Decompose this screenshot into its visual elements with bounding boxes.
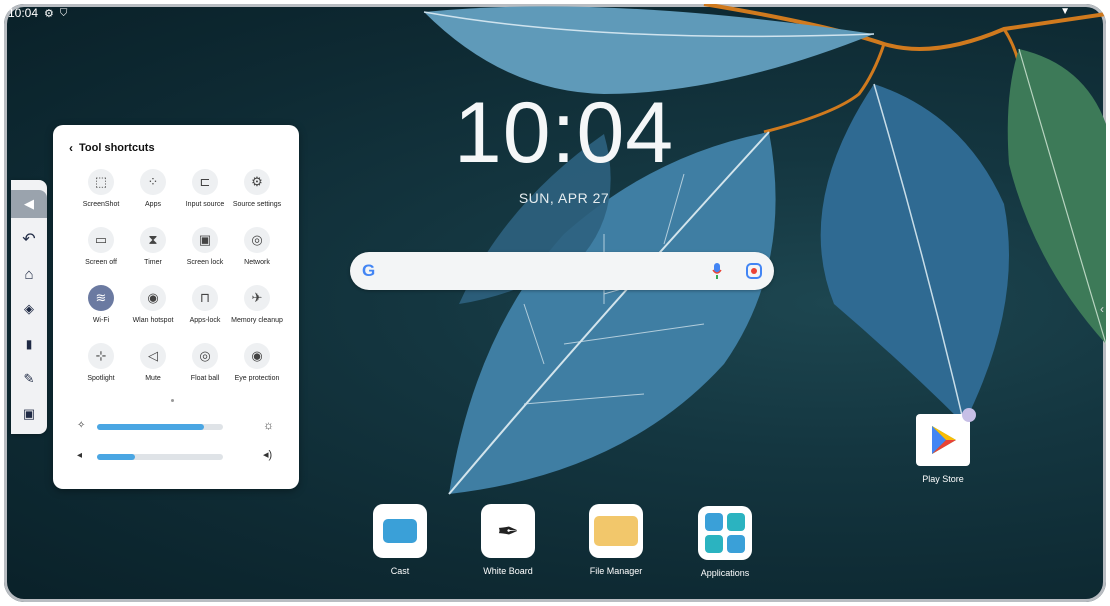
shortcut-tile[interactable]: ⊹ Spotlight xyxy=(73,343,129,383)
status-time: 10:04 xyxy=(8,6,39,20)
shortcut-label: ScreenShot xyxy=(82,201,120,208)
layers-icon[interactable]: ◈ xyxy=(11,295,47,323)
float-ball-icon: ◎ xyxy=(192,343,218,369)
brightness-low-icon: ✧ xyxy=(77,420,86,431)
source-settings-icon: ⚙ xyxy=(244,169,270,195)
annotate-icon[interactable]: ✎ xyxy=(11,365,47,393)
shortcut-label: Network xyxy=(244,259,270,266)
applications-icon xyxy=(698,506,752,560)
apps-lock-icon: ⊓ xyxy=(192,285,218,311)
shortcut-tile[interactable]: ✈ Memory cleanup xyxy=(229,285,285,325)
notification-dot xyxy=(962,408,976,422)
applications-label: Applications xyxy=(700,568,750,578)
home-icon[interactable]: ⌂ xyxy=(11,260,47,288)
shortcut-tile[interactable]: ⁘ Apps xyxy=(125,169,181,209)
file-manager-app[interactable]: File Manager xyxy=(574,504,658,576)
brightness-high-icon: ☼ xyxy=(263,418,274,432)
lens-icon[interactable] xyxy=(746,263,762,279)
shortcut-tile[interactable]: ⧗ Timer xyxy=(125,227,181,267)
microphone-icon[interactable] xyxy=(712,263,722,279)
volume-high-icon: ◂) xyxy=(263,449,273,461)
tool-shortcuts-panel: ‹ Tool shortcuts ⬚ ScreenShot ⁘ Apps ⊏ Input … xyxy=(53,125,299,489)
memory-cleanup-icon: ✈ xyxy=(244,285,270,311)
shortcut-label: Screen lock xyxy=(186,259,224,266)
wifi-icon: ≋ xyxy=(88,285,114,311)
spotlight-icon: ⊹ xyxy=(88,343,114,369)
play-store-icon xyxy=(916,408,976,466)
shortcut-tile[interactable]: ◁ Mute xyxy=(125,343,181,383)
white-board-icon: ✒ xyxy=(481,504,535,558)
shortcut-label: Wi-Fi xyxy=(92,317,110,324)
eye-protection-icon: ◉ xyxy=(244,343,270,369)
apps-icon: ⁘ xyxy=(140,169,166,195)
brightness-slider[interactable] xyxy=(97,424,205,430)
play-store-app[interactable]: Play Store xyxy=(901,408,985,484)
white-board-label: White Board xyxy=(483,566,533,576)
volume-low-icon: ◂ xyxy=(77,450,83,461)
collapse-button[interactable]: ◀ xyxy=(11,190,47,218)
shortcut-tile[interactable]: ⚙ Source settings xyxy=(229,169,285,209)
volume-slider[interactable] xyxy=(97,454,135,460)
google-logo-icon: G xyxy=(362,261,376,280)
hotspot-icon: ◉ xyxy=(140,285,166,311)
home-screen: 10:04 ⚙ ⛉ ▼ 10:04 SUN, APR 27 G ◀ ↶ ⌂ ◈ … xyxy=(4,4,1106,602)
shortcut-label: Apps xyxy=(145,201,161,208)
timer-icon: ⧗ xyxy=(140,227,166,253)
network-icon: ◎ xyxy=(244,227,270,253)
wifi-status-icon: ▼ xyxy=(1060,6,1070,17)
status-bar-right: ▼ xyxy=(1060,6,1070,17)
shortcut-tile[interactable]: ⬚ ScreenShot xyxy=(73,169,129,209)
side-toolbar: ◀ ↶ ⌂ ◈ ▮ ✎ ▣ xyxy=(11,180,47,434)
play-store-label: Play Store xyxy=(922,474,964,484)
edge-chevron-icon[interactable]: ‹ xyxy=(1100,302,1104,316)
shortcut-label: Input source xyxy=(185,201,225,208)
shortcut-label: Spotlight xyxy=(87,375,115,382)
shortcut-label: Eye protection xyxy=(234,375,280,382)
shortcut-tile[interactable]: ▣ Screen lock xyxy=(177,227,233,267)
file-manager-label: File Manager xyxy=(589,566,643,576)
back-icon[interactable]: ↶ xyxy=(11,225,47,253)
shortcut-tile[interactable]: ◎ Float ball xyxy=(177,343,233,383)
screen-off-icon: ▭ xyxy=(88,227,114,253)
applications-app[interactable]: Applications xyxy=(683,506,767,578)
white-board-app[interactable]: ✒ White Board xyxy=(466,504,550,576)
page-indicator xyxy=(171,399,174,402)
shortcut-tile[interactable]: ⊓ Apps-lock xyxy=(177,285,233,325)
toolbox-icon[interactable]: ▣ xyxy=(11,400,47,428)
clock-time[interactable]: 10:04 xyxy=(444,90,684,176)
shortcut-label: Wlan hotspot xyxy=(132,317,174,324)
shortcut-tile[interactable]: ⊏ Input source xyxy=(177,169,233,209)
cast-label: Cast xyxy=(390,566,410,576)
shortcut-tile[interactable]: ▭ Screen off xyxy=(73,227,129,267)
clock-date[interactable]: SUN, APR 27 xyxy=(474,190,654,206)
shortcut-label: Timer xyxy=(144,259,162,266)
input-source-icon: ⊏ xyxy=(192,169,218,195)
screen-lock-icon: ▣ xyxy=(192,227,218,253)
screenshot-icon: ⬚ xyxy=(88,169,114,195)
shortcut-label: Screen off xyxy=(85,259,117,266)
status-bar-left: 10:04 ⚙ ⛉ xyxy=(8,6,67,20)
shortcut-label: Memory cleanup xyxy=(231,317,283,324)
shortcut-label: Apps-lock xyxy=(189,317,221,324)
back-chevron-icon[interactable]: ‹ xyxy=(69,141,73,155)
cast-icon xyxy=(373,504,427,558)
file-manager-icon xyxy=(589,504,643,558)
mute-icon: ◁ xyxy=(140,343,166,369)
panel-title: Tool shortcuts xyxy=(79,142,155,154)
shortcut-label: Mute xyxy=(145,375,161,382)
shortcut-tile[interactable]: ◉ Wlan hotspot xyxy=(125,285,181,325)
shortcut-tile[interactable]: ◎ Network xyxy=(229,227,285,267)
cast-app[interactable]: Cast xyxy=(358,504,442,576)
shortcut-tile[interactable]: ◉ Eye protection xyxy=(229,343,285,383)
google-search-bar[interactable]: G xyxy=(350,252,774,290)
source-icon[interactable]: ▮ xyxy=(11,330,47,358)
shortcut-label: Source settings xyxy=(232,201,282,208)
shortcut-label: Float ball xyxy=(190,375,220,382)
shield-icon: ⛉ xyxy=(59,7,68,19)
gear-icon: ⚙ xyxy=(44,7,54,20)
shortcut-tile[interactable]: ≋ Wi-Fi xyxy=(73,285,129,325)
